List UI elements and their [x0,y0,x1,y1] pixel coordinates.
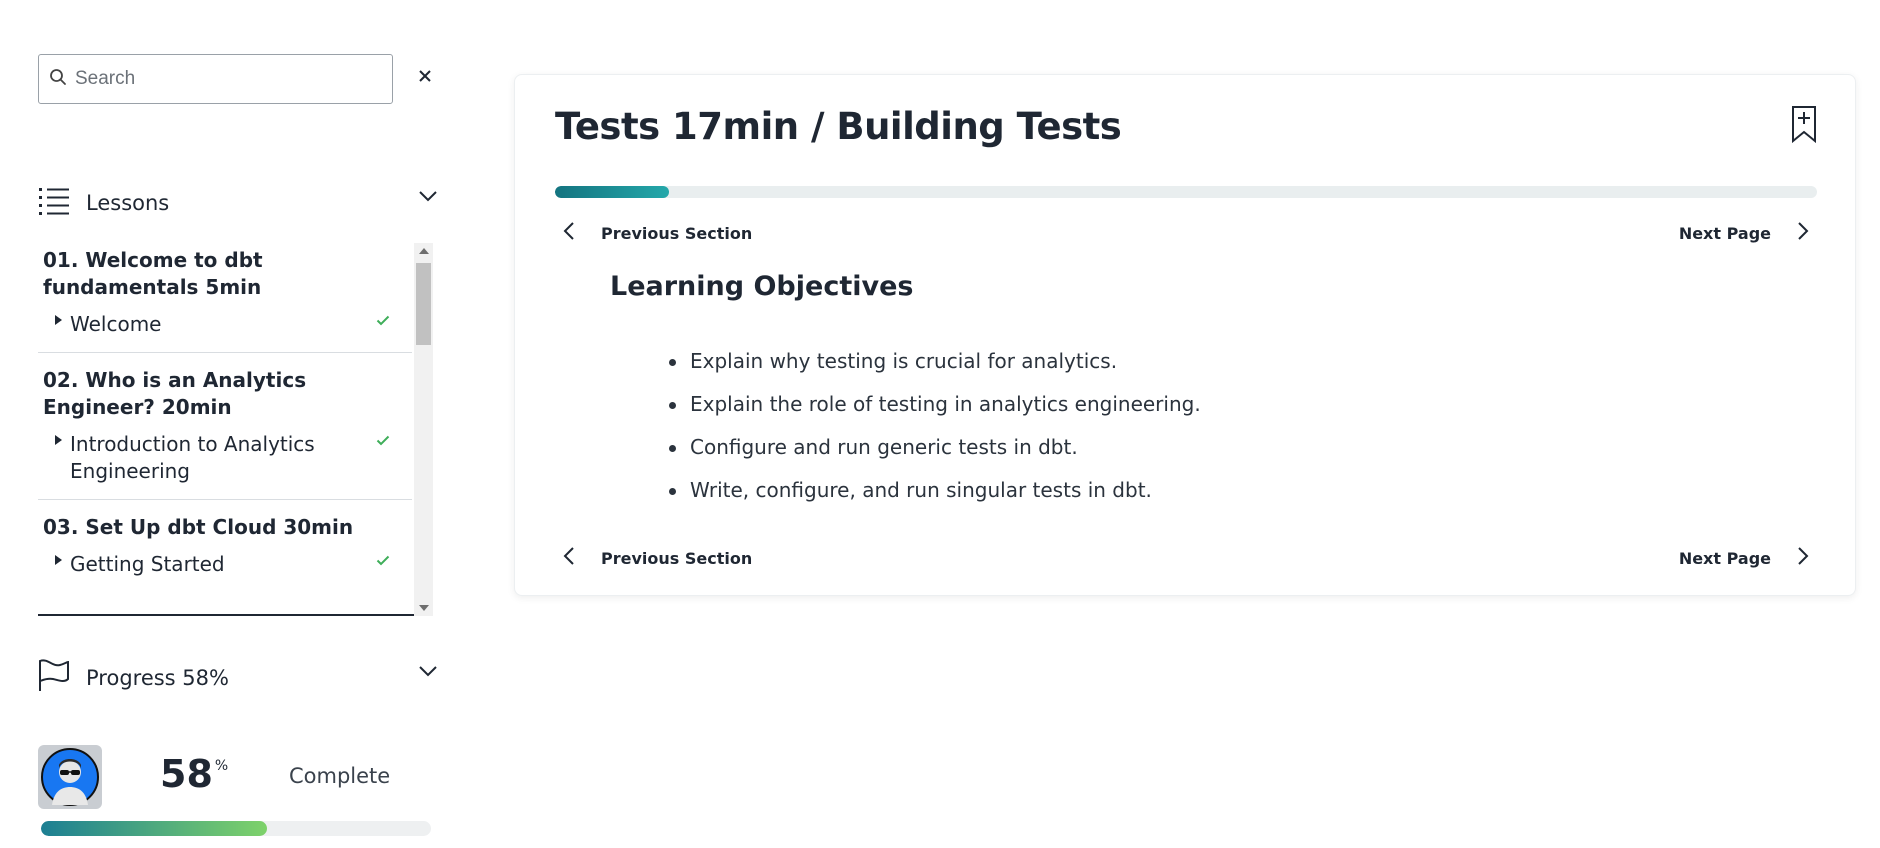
objectives-heading: Learning Objectives [610,271,914,302]
progress-percent-unit: % [214,758,229,774]
chevron-down-icon[interactable] [418,189,438,207]
progress-percent: 58% [160,752,228,796]
lessons-label: Lessons [86,191,170,215]
next-page-button[interactable]: Next Page [1679,543,1809,573]
close-icon [418,69,432,88]
scroll-thumb[interactable] [416,263,431,345]
chevron-left-icon [563,221,575,246]
module-item: 01. Welcome to dbt fundamentals 5min Wel… [38,243,412,353]
search-box[interactable] [38,54,393,104]
check-icon [376,433,390,451]
list-item: Explain the role of testing in analytics… [669,383,1201,426]
clear-search-button[interactable] [413,66,437,90]
flag-icon [38,658,70,698]
module-title[interactable]: 02. Who is an Analytics Engineer? 20min [43,367,412,421]
module-item: 03. Set Up dbt Cloud 30min Getting Start… [38,500,412,592]
next-page-label: Next Page [1678,223,1771,243]
previous-section-label: Previous Section [601,548,753,568]
previous-section-label: Previous Section [601,223,753,243]
scroll-down-arrow[interactable] [419,605,429,611]
lesson-list-scrollbar[interactable] [414,243,433,616]
search-input[interactable] [75,68,375,90]
list-item: Write, configure, and run singular tests… [669,469,1201,512]
caret-right-icon [55,435,62,445]
lesson-label: Welcome [70,312,162,336]
module-item: 02. Who is an Analytics Engineer? 20min … [38,353,412,500]
module-title[interactable]: 01. Welcome to dbt fundamentals 5min [43,247,412,301]
chevron-down-icon[interactable] [418,664,438,682]
lesson-list: 01. Welcome to dbt fundamentals 5min Wel… [38,243,433,616]
chevron-left-icon [563,546,575,571]
chevron-right-icon [1797,546,1809,571]
top-navigation: Previous Section Next Page [555,218,1817,248]
next-page-label: Next Page [1678,548,1771,568]
lesson-label: Introduction to Analytics Engineering [70,432,315,483]
next-page-button[interactable]: Next Page [1679,218,1809,248]
chevron-right-icon [1797,221,1809,246]
module-title[interactable]: 03. Set Up dbt Cloud 30min [43,514,412,541]
list-item: Explain why testing is crucial for analy… [669,340,1201,383]
check-icon [376,553,390,571]
list-item: Configure and run generic tests in dbt. [669,426,1201,469]
caret-right-icon [55,315,62,325]
progress-percent-value: 58 [160,752,213,796]
content-card: Tests 17min / Building Tests Previous Se… [514,74,1856,596]
lesson-label: Getting Started [70,552,225,576]
previous-section-button[interactable]: Previous Section [563,543,752,573]
sidebar-progress-bar [41,821,431,836]
lesson-progress-fill [555,186,669,198]
sidebar-progress-fill [41,821,268,836]
progress-header[interactable]: Progress 58% [38,658,438,698]
lesson-item[interactable]: Getting Started [43,551,412,578]
check-icon [376,313,390,331]
bookmark-add-icon[interactable] [1791,105,1817,148]
avatar [38,745,102,809]
lessons-header[interactable]: Lessons [38,183,438,223]
lesson-progress-bar [555,186,1817,198]
objectives-list: Explain why testing is crucial for analy… [669,340,1201,512]
page-title: Tests 17min / Building Tests [555,105,1122,148]
search-icon [49,68,67,91]
progress-label: Progress 58% [86,666,229,690]
bottom-navigation: Previous Section Next Page [555,543,1817,573]
caret-right-icon [55,555,62,565]
previous-section-button[interactable]: Previous Section [563,218,752,248]
lesson-item[interactable]: Introduction to Analytics Engineering [43,431,412,485]
list-icon [38,186,70,221]
scroll-up-arrow[interactable] [419,248,429,254]
lesson-item[interactable]: Welcome [43,311,412,338]
complete-label: Complete [289,764,391,788]
